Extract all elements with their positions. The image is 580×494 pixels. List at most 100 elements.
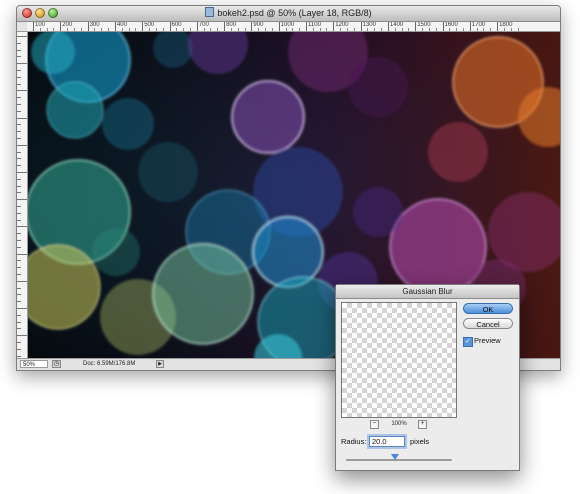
- vertical-ruler-tick: [17, 178, 21, 180]
- vertical-ruler-tick: [17, 49, 21, 51]
- vertical-ruler-tick: [17, 348, 21, 350]
- vertical-ruler-tick: [17, 42, 21, 44]
- ruler-minor-tick: [67, 28, 69, 31]
- ruler-minor-tick: [46, 28, 48, 31]
- vertical-ruler-tick: [17, 314, 21, 316]
- ruler-minor-tick: [128, 28, 130, 31]
- ruler-minor-tick: [476, 28, 478, 31]
- ruler-minor-tick: [503, 28, 505, 31]
- ruler-minor-tick: [244, 28, 246, 31]
- radius-units-label: pixels: [410, 437, 430, 446]
- ruler-minor-tick: [189, 28, 191, 31]
- ruler-minor-tick: [217, 28, 219, 31]
- radius-slider-thumb[interactable]: [390, 454, 399, 460]
- ruler-minor-tick: [517, 28, 519, 31]
- ruler-major-tick: [333, 22, 335, 31]
- vertical-ruler[interactable]: [17, 32, 28, 358]
- ruler-major-tick: [497, 22, 499, 31]
- document-title-wrap: bokeh2.psd @ 50% (Layer 18, RGB/8): [17, 7, 560, 18]
- vertical-ruler-tick: [17, 206, 21, 207]
- ruler-minor-tick: [39, 28, 41, 31]
- preview-checkbox[interactable]: ✓: [463, 337, 473, 347]
- ruler-minor-tick: [292, 28, 294, 31]
- ruler-minor-tick: [435, 28, 437, 31]
- ruler-minor-tick: [326, 28, 328, 31]
- ruler-major-tick: [278, 22, 280, 31]
- vertical-ruler-tick: [17, 321, 21, 323]
- vertical-ruler-tick: [17, 90, 27, 92]
- ruler-major-tick: [114, 22, 116, 31]
- vertical-ruler-tick: [17, 117, 27, 119]
- vertical-ruler-tick: [17, 240, 21, 241]
- ruler-major-tick: [196, 22, 198, 31]
- vertical-ruler-tick: [17, 267, 21, 269]
- ruler-minor-tick: [346, 28, 348, 31]
- vertical-ruler-tick: [17, 158, 21, 160]
- preview-label: Preview: [474, 336, 501, 345]
- horizontal-ruler[interactable]: 100 200 300 400 500 600 700 800 900 1000 1100 1200 1…: [27, 22, 560, 32]
- ruler-minor-tick: [135, 28, 137, 31]
- gaussian-blur-dialog: Gaussian Blur − 100% + OK Cancel ✓ Previ…: [335, 284, 520, 471]
- ruler-minor-tick: [265, 28, 267, 31]
- document-title: bokeh2.psd @ 50% (Layer 18, RGB/8): [217, 8, 372, 18]
- vertical-ruler-tick: [17, 342, 21, 343]
- ruler-minor-tick: [203, 28, 205, 31]
- ruler-minor-tick: [80, 28, 82, 31]
- ruler-minor-tick: [176, 28, 178, 31]
- ruler-minor-tick: [367, 28, 369, 31]
- vertical-ruler-tick: [17, 172, 27, 173]
- ruler-major-tick: [469, 22, 471, 31]
- vertical-ruler-tick: [17, 246, 21, 248]
- ruler-minor-tick: [381, 28, 383, 31]
- vertical-ruler-tick: [17, 144, 27, 146]
- ruler-minor-tick: [183, 28, 185, 31]
- ruler-minor-tick: [428, 28, 430, 31]
- preview-zoom-percent: 100%: [391, 421, 407, 427]
- ruler-minor-tick: [108, 28, 110, 31]
- status-menu-arrow-icon[interactable]: ▶: [156, 360, 164, 368]
- vertical-ruler-tick: [17, 226, 27, 228]
- vertical-ruler-tick: [17, 70, 21, 71]
- filter-preview[interactable]: [341, 302, 457, 418]
- dialog-titlebar[interactable]: Gaussian Blur: [336, 285, 519, 299]
- ruler-minor-tick: [462, 28, 464, 31]
- vertical-ruler-tick: [17, 280, 27, 282]
- ruler-minor-tick: [271, 28, 273, 31]
- document-titlebar[interactable]: bokeh2.psd @ 50% (Layer 18, RGB/8): [17, 6, 560, 22]
- vertical-ruler-tick: [17, 138, 21, 139]
- ruler-major-tick: [442, 22, 444, 31]
- ruler-minor-tick: [155, 28, 157, 31]
- ruler-major-tick: [142, 22, 144, 31]
- ruler-minor-tick: [237, 28, 239, 31]
- cancel-button[interactable]: Cancel: [463, 318, 513, 329]
- vertical-ruler-tick: [17, 199, 27, 201]
- ruler-minor-tick: [73, 28, 75, 31]
- zoom-level-field[interactable]: 50%: [20, 360, 48, 368]
- ruler-minor-tick: [401, 28, 403, 31]
- vertical-ruler-tick: [17, 151, 21, 153]
- vertical-ruler-tick: [17, 104, 21, 105]
- psd-file-icon: [205, 7, 215, 17]
- ruler-minor-tick: [456, 28, 458, 31]
- ruler-major-tick: [60, 22, 62, 31]
- vertical-ruler-tick: [17, 287, 21, 289]
- ruler-minor-tick: [312, 28, 314, 31]
- ruler-minor-tick: [285, 28, 287, 31]
- vertical-ruler-tick: [17, 185, 21, 187]
- ruler-minor-tick: [162, 28, 164, 31]
- ok-button[interactable]: OK: [463, 303, 513, 314]
- radius-input[interactable]: 20.0: [369, 436, 405, 447]
- document-size-info: Doc: 6.59M/176.8M: [83, 361, 136, 367]
- preview-zoom-out-button[interactable]: −: [370, 420, 379, 429]
- preview-zoom-in-button[interactable]: +: [418, 420, 427, 429]
- radius-slider-track[interactable]: [346, 459, 452, 461]
- vertical-ruler-tick: [17, 253, 27, 255]
- vertical-ruler-tick: [17, 335, 27, 337]
- vertical-ruler-tick: [17, 219, 21, 221]
- vertical-ruler-tick: [17, 355, 21, 357]
- ruler-major-tick: [415, 22, 417, 31]
- vertical-ruler-tick: [17, 192, 21, 194]
- ruler-minor-tick: [299, 28, 301, 31]
- status-options-icon[interactable]: ◷: [52, 360, 61, 368]
- vertical-ruler-tick: [17, 131, 21, 133]
